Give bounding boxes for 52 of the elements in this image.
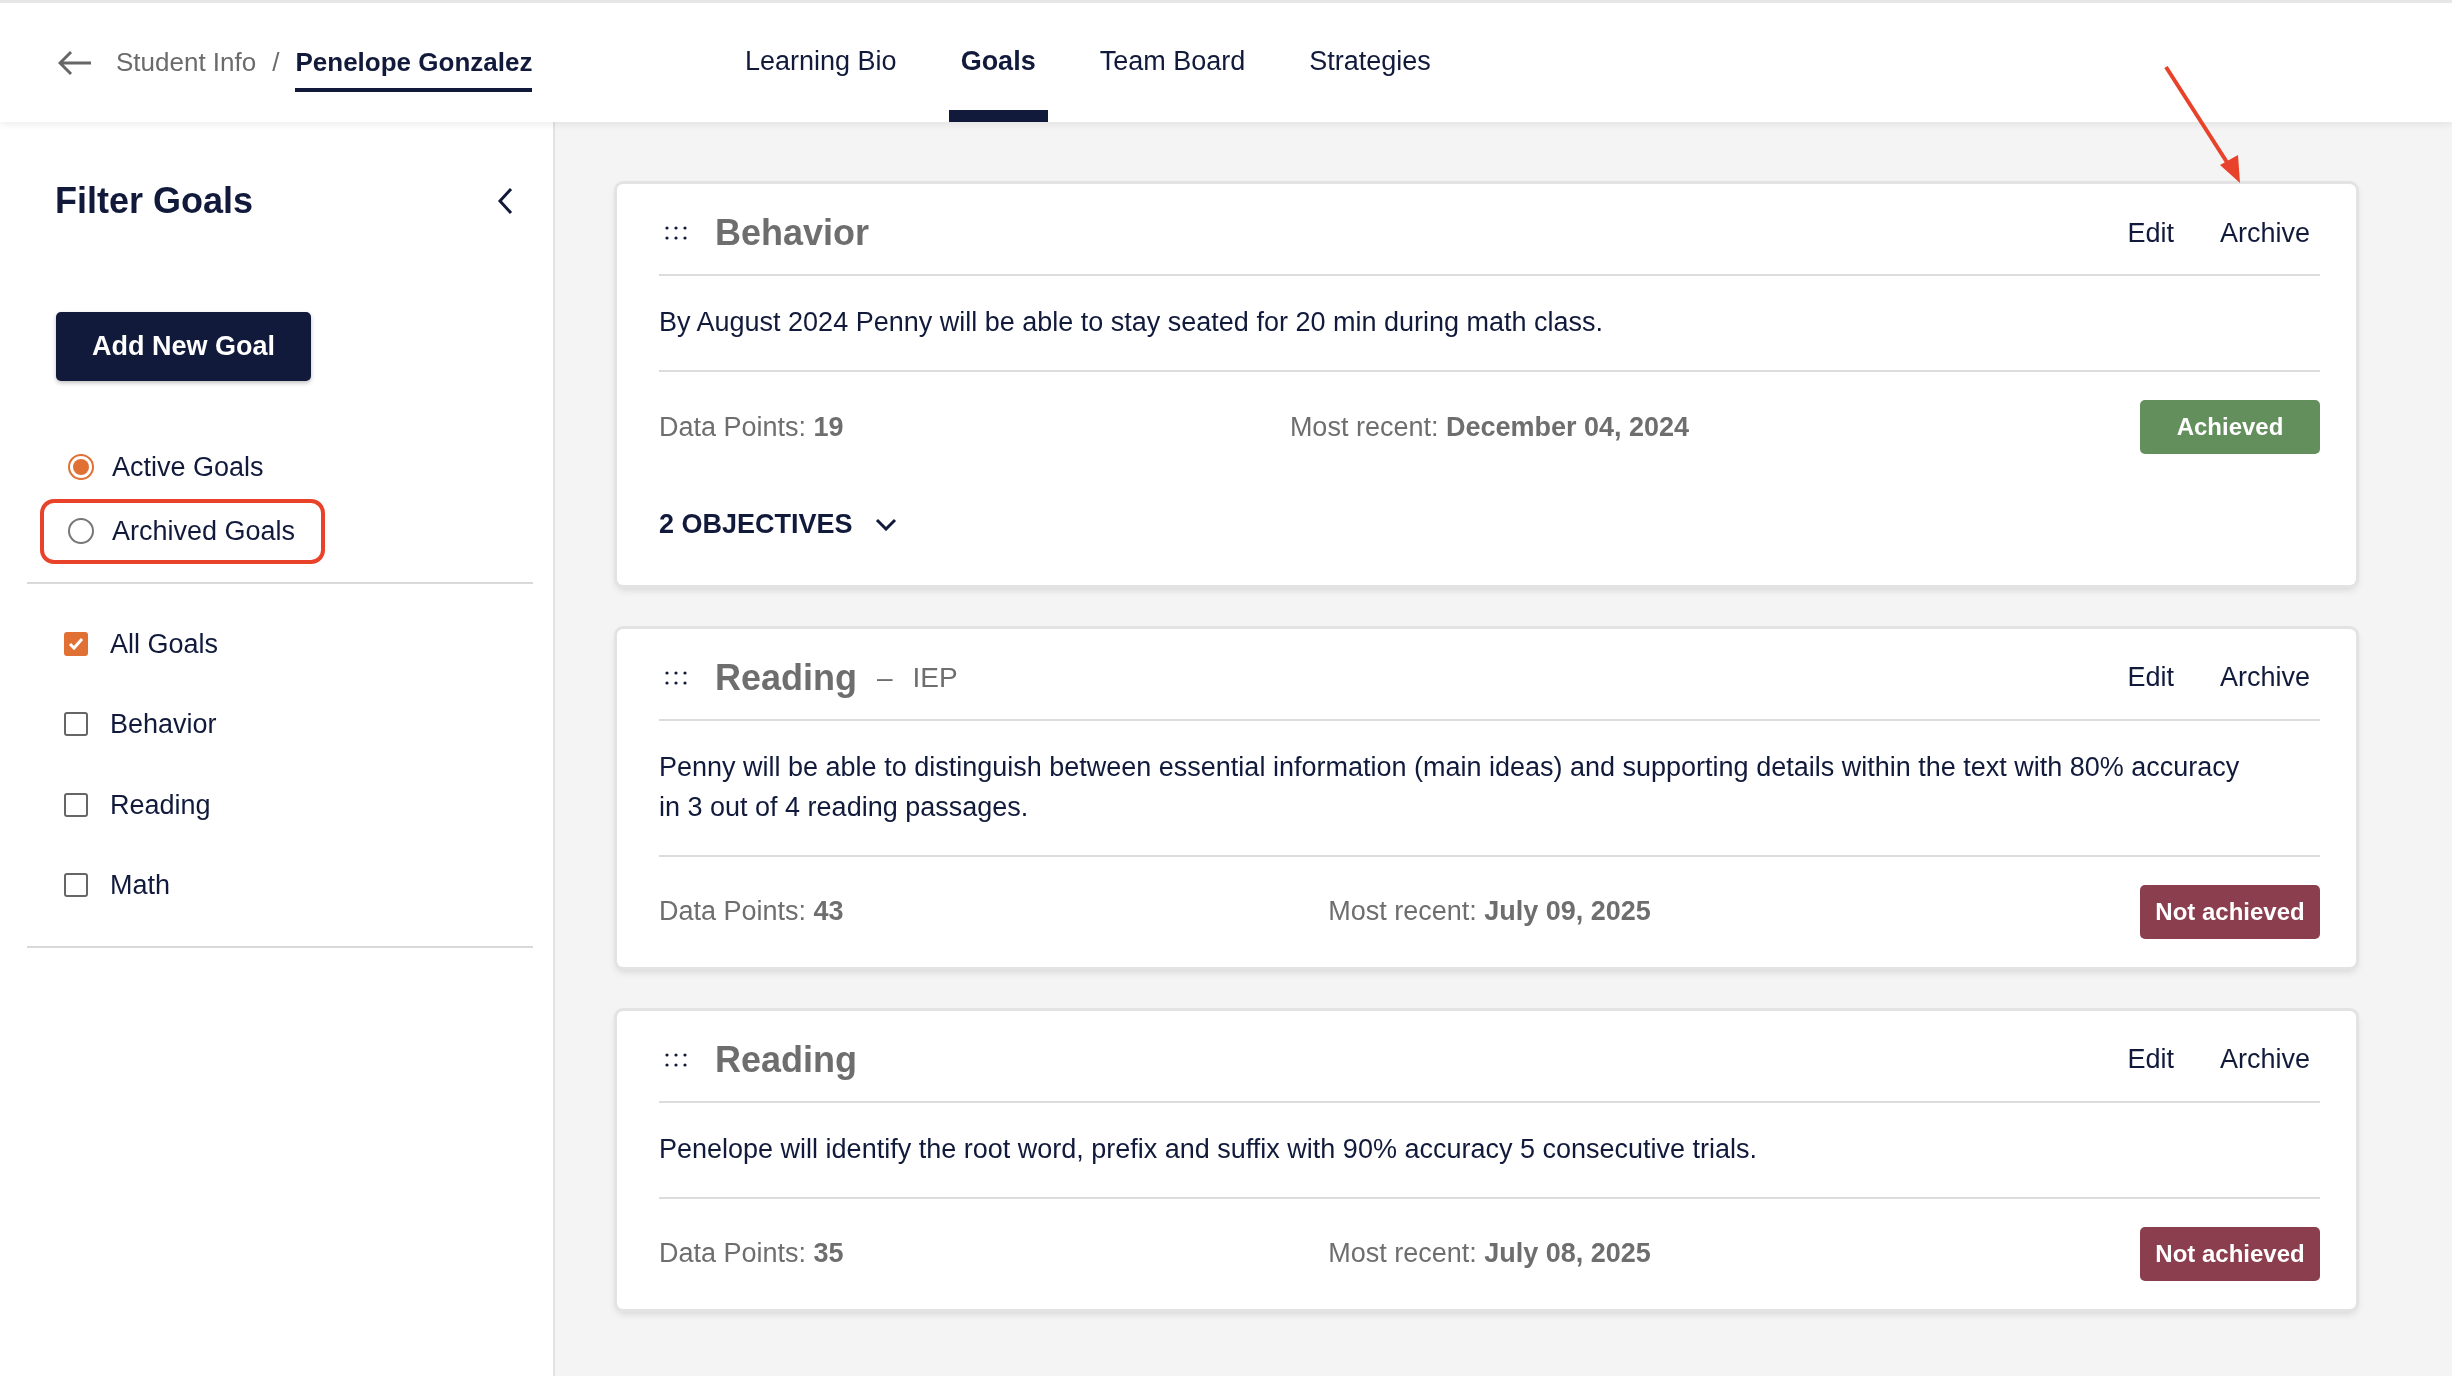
breadcrumb-link[interactable]: Student Info bbox=[116, 43, 257, 82]
most-recent-date: Most recent: July 08, 2025 bbox=[1328, 1237, 1651, 1271]
goal-description: Penny will be able to distinguish between essential information (main ideas) and supporting details within the text with 80% accuracy in 3 out of 4 reading passages. bbox=[659, 750, 2241, 824]
radio-label[interactable]: Active Goals bbox=[112, 446, 264, 487]
drag-handle-icon[interactable] bbox=[665, 670, 687, 685]
drag-handle-icon[interactable] bbox=[665, 1052, 687, 1067]
goal-description: By August 2024 Penny will be able to stay seated for 20 min during math class. bbox=[659, 306, 1605, 339]
nav-tab[interactable]: Learning Bio bbox=[733, 3, 909, 122]
status-badge: Not achieved bbox=[2140, 884, 2320, 939]
objectives-toggle[interactable]: 2 OBJECTIVES bbox=[659, 504, 897, 545]
goal-type: IEP bbox=[912, 660, 958, 695]
back-arrow-icon[interactable] bbox=[58, 49, 92, 76]
drag-handle-icon[interactable] bbox=[665, 226, 687, 240]
checkbox-label[interactable]: Behavior bbox=[110, 704, 217, 745]
goal-category: Reading bbox=[715, 655, 857, 700]
edit-link[interactable]: Edit bbox=[2127, 657, 2174, 698]
radio-button[interactable] bbox=[68, 518, 94, 545]
checkbox[interactable] bbox=[64, 873, 88, 898]
edit-link[interactable]: Edit bbox=[2127, 212, 2174, 254]
student-name: Penelope Gonzalez bbox=[295, 43, 533, 92]
status-badge: Achieved bbox=[2140, 400, 2320, 454]
checkbox[interactable] bbox=[64, 792, 88, 817]
chevron-down-icon bbox=[874, 517, 897, 531]
add-goal-button[interactable]: Add New Goal bbox=[56, 312, 311, 381]
data-points-count: Data Points: 43 bbox=[659, 895, 845, 929]
goal-description: Penelope will identify the root word, prefix and suffix with 90% accuracy 5 consecutive trials. bbox=[659, 1132, 1759, 1166]
checkbox[interactable] bbox=[64, 631, 88, 656]
dash-separator: – bbox=[877, 660, 893, 695]
checkbox-label[interactable]: All Goals bbox=[110, 623, 219, 664]
checkmark-icon bbox=[68, 636, 84, 651]
status-badge: Not achieved bbox=[2140, 1226, 2320, 1281]
checkbox-label[interactable]: Reading bbox=[110, 784, 211, 825]
checkbox-label[interactable]: Math bbox=[110, 865, 171, 906]
goal-category: Reading bbox=[715, 1037, 857, 1082]
nav-tab[interactable]: Team Board bbox=[1087, 3, 1258, 122]
filter-title: Filter Goals bbox=[55, 179, 254, 223]
archive-link[interactable]: Archive bbox=[2219, 657, 2310, 698]
archive-link[interactable]: Archive bbox=[2219, 212, 2310, 254]
collapse-chevron-icon[interactable] bbox=[497, 187, 513, 215]
checkbox[interactable] bbox=[64, 712, 88, 737]
most-recent-date: Most recent: July 09, 2025 bbox=[1328, 895, 1651, 929]
nav-tab[interactable]: Strategies bbox=[1297, 3, 1443, 122]
data-points-count: Data Points: 35 bbox=[659, 1237, 845, 1271]
archive-link[interactable]: Archive bbox=[2219, 1039, 2310, 1080]
radio-button[interactable] bbox=[68, 453, 94, 480]
edit-link[interactable]: Edit bbox=[2127, 1039, 2174, 1080]
most-recent-date: Most recent: December 04, 2024 bbox=[1289, 410, 1690, 444]
goal-category: Behavior bbox=[715, 211, 870, 255]
breadcrumb-separator: / bbox=[272, 46, 280, 79]
nav-tab[interactable]: Goals bbox=[948, 3, 1048, 122]
radio-label[interactable]: Archived Goals bbox=[112, 511, 296, 552]
data-points-count: Data Points: 19 bbox=[659, 410, 845, 444]
